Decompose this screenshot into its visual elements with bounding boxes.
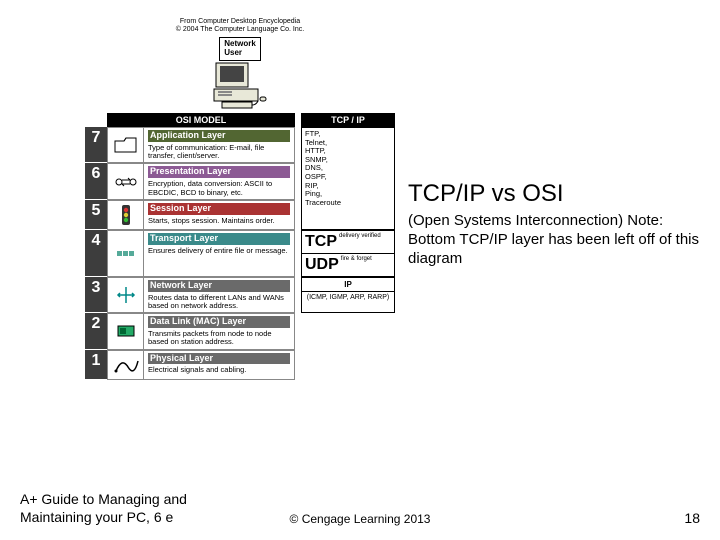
slide-number: 18 — [684, 510, 700, 526]
cable-icon — [107, 350, 143, 380]
blocks-icon — [107, 230, 143, 277]
ip-cell: IP — [302, 278, 394, 292]
layer-6-desc-cell: Presentation Layer Encryption, data conv… — [143, 163, 295, 199]
layer-2-desc-cell: Data Link (MAC) Layer Transmits packets … — [143, 313, 295, 349]
slide-text: TCP/IP vs OSI (Open Systems Interconnect… — [408, 180, 703, 268]
layer-num-5: 5 — [85, 200, 107, 230]
layer-num-7: 7 — [85, 127, 107, 163]
footer-book-title: A+ Guide to Managing and Maintaining you… — [20, 491, 240, 526]
diagram-attribution: From Computer Desktop Encyclopedia © 200… — [85, 18, 395, 33]
layer-5-title: Session Layer — [148, 203, 290, 215]
network-user-label: Network User — [219, 37, 261, 61]
layer-num-2: 2 — [85, 313, 107, 349]
tcp-label: TCP — [305, 233, 337, 251]
udp-cell: UDP fire & forget — [302, 254, 394, 276]
layer-3-desc-cell: Network Layer Routes data to different L… — [143, 277, 295, 313]
layer-4-desc-cell: Transport Layer Ensures delivery of enti… — [143, 230, 295, 277]
nic-icon — [107, 313, 143, 349]
layer-grid: OSI MODEL TCP / IP 7 Application Layer T… — [85, 113, 395, 380]
traffic-light-icon — [107, 200, 143, 230]
layer-1-desc-cell: Physical Layer Electrical signals and ca… — [143, 350, 295, 380]
layer-num-4: 4 — [85, 230, 107, 277]
layer-3-desc: Routes data to different LANs and WANs b… — [148, 294, 290, 311]
tcp-cell: TCP delivery verified — [302, 231, 394, 254]
folder-icon — [107, 127, 143, 163]
slide-title: TCP/IP vs OSI — [408, 180, 703, 208]
layer-4-title: Transport Layer — [148, 233, 290, 245]
osi-tcpip-diagram: From Computer Desktop Encyclopedia © 200… — [85, 18, 395, 380]
layer-6-title: Presentation Layer — [148, 166, 290, 178]
layer-num-3: 3 — [85, 277, 107, 313]
layer-num-6: 6 — [85, 163, 107, 199]
attribution-line1: From Computer Desktop Encyclopedia — [85, 18, 395, 26]
computer-icon — [210, 61, 270, 109]
layer-5-desc: Starts, stops session. Maintains order. — [148, 217, 290, 225]
layer-1-desc: Electrical signals and cabling. — [148, 366, 290, 374]
udp-label: UDP — [305, 256, 339, 274]
network-user-block: Network User — [85, 37, 395, 109]
layer-7-title: Application Layer — [148, 130, 290, 142]
layer-2-desc: Transmits packets from node to node base… — [148, 330, 290, 347]
ip-subnet-cell: (ICMP, IGMP, ARP, RARP) — [302, 292, 394, 303]
layer-1-title: Physical Layer — [148, 353, 290, 365]
layer-7-desc-cell: Application Layer Type of communication:… — [143, 127, 295, 163]
convert-icon — [107, 163, 143, 199]
osi-header: OSI MODEL — [107, 113, 295, 127]
udp-desc: fire & forget — [341, 256, 372, 274]
routes-icon — [107, 277, 143, 313]
layer-4-desc: Ensures delivery of entire file or messa… — [148, 247, 290, 255]
layer-3-title: Network Layer — [148, 280, 290, 292]
layer-2-title: Data Link (MAC) Layer — [148, 316, 290, 328]
slide-subtitle: (Open Systems Interconnection) Note: Bot… — [408, 212, 703, 268]
layer-6-desc: Encryption, data conversion: ASCII to EB… — [148, 180, 290, 197]
layer-7-desc: Type of communication: E-mail, file tran… — [148, 144, 290, 161]
tcpip-application-cell: FTP, Telnet, HTTP, SNMP, DNS, OSPF, RIP,… — [301, 127, 395, 230]
tcpip-header: TCP / IP — [301, 113, 395, 127]
tcp-desc: delivery verified — [339, 233, 381, 251]
attribution-line2: © 2004 The Computer Language Co. Inc. — [85, 26, 395, 34]
slide-footer: A+ Guide to Managing and Maintaining you… — [20, 491, 700, 526]
layer-5-desc-cell: Session Layer Starts, stops session. Mai… — [143, 200, 295, 230]
layer-num-1: 1 — [85, 350, 107, 380]
footer-copyright: © Cengage Learning 2013 — [290, 512, 431, 526]
